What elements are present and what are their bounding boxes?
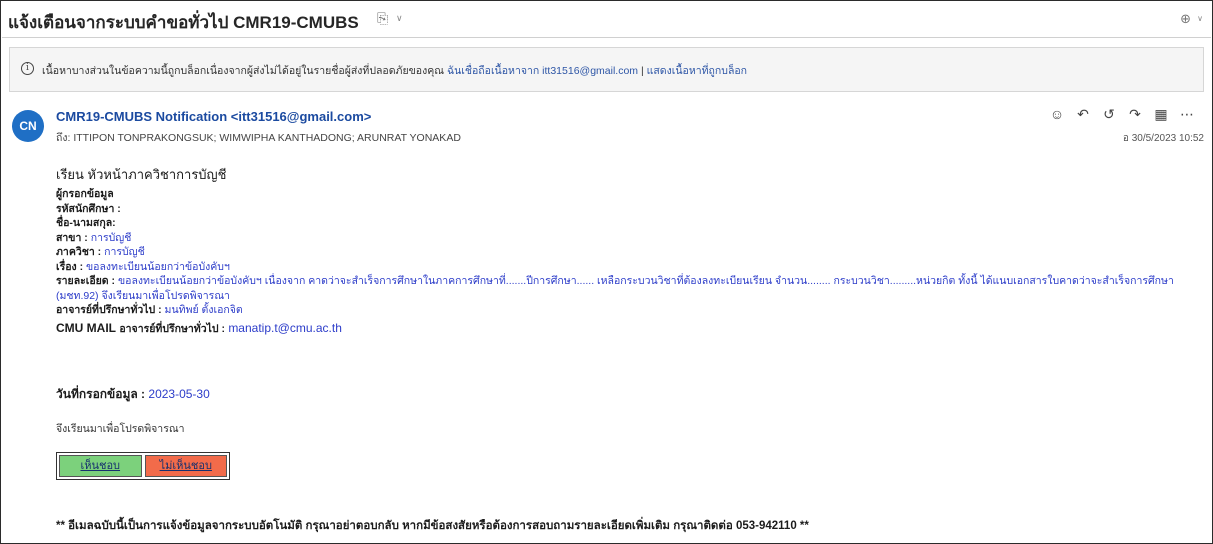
- reply-icon[interactable]: ↶: [1072, 104, 1094, 124]
- recipients: ถึง: ITTIPON TONPRAKONGSUK; WIMWIPHA KAN…: [56, 132, 461, 144]
- apps-icon[interactable]: ▦: [1150, 104, 1172, 124]
- submit-date-row: วันที่กรอกข้อมูล : 2023-05-30: [56, 387, 210, 401]
- detail-value: ขอลงทะเบียนน้อยกว่าข้อบังคับฯ เนื่องจาก …: [56, 275, 1174, 302]
- blocked-content-text: เนื้อหาบางส่วนในข้อความนี้ถูกบล็อกเนื่อง…: [42, 65, 445, 77]
- more-icon[interactable]: ⋯: [1176, 104, 1198, 124]
- subject-row: เรื่อง : ขอลงทะเบียนน้อยกว่าข้อบังคับฯ: [56, 260, 230, 273]
- separator: |: [640, 65, 644, 77]
- advisor-row: อาจารย์ที่ปรึกษาทั่วไป : มนทิพย์ ตั้งเอก…: [56, 304, 243, 316]
- chevron-down-icon[interactable]: ∨: [396, 13, 403, 24]
- greeting: เรียน หัวหน้าภาควิชาการบัญชี: [56, 167, 227, 182]
- avatar[interactable]: CN: [12, 110, 44, 142]
- show-blocked-content-link[interactable]: แสดงเนื้อหาที่ถูกบล็อก: [647, 65, 747, 77]
- blocked-content-message: เนื้อหาบางส่วนในข้อความนี้ถูกบล็อกเนื่อง…: [42, 62, 747, 79]
- subject-bar: แจ้งเตือนจากระบบคำขอทั่วไป CMR19-CMUBS ⎘…: [2, 2, 1211, 38]
- zoom-icon[interactable]: ⊕: [1180, 11, 1191, 27]
- closing-text: จึงเรียนมาเพื่อโปรดพิจารณา: [56, 423, 185, 435]
- footer-note: ** อีเมลฉบับนี้เป็นการแจ้งข้อมูลจากระบบอ…: [56, 520, 809, 532]
- reply-all-icon[interactable]: ↺: [1098, 104, 1120, 124]
- dept-row: ภาควิชา : การบัญชี: [56, 246, 145, 258]
- cmu-mail-value[interactable]: manatip.t@cmu.ac.th: [228, 321, 342, 335]
- decision-buttons: เห็นชอบ ไม่เห็นชอบ: [56, 452, 230, 480]
- name-row: ชื่อ-นามสกุล:: [56, 217, 116, 229]
- cmu-mail-row: CMU MAIL อาจารย์ที่ปรึกษาทั่วไป : manati…: [56, 320, 342, 335]
- email-window: แจ้งเตือนจากระบบคำขอทั่วไป CMR19-CMUBS ⎘…: [0, 0, 1213, 544]
- message-actions: ☺ ↶ ↺ ↷ ▦ ⋯: [1042, 104, 1198, 124]
- approve-button[interactable]: เห็นชอบ: [59, 455, 142, 477]
- advisor-value: มนทิพย์ ตั้งเอกจิต: [164, 304, 243, 316]
- chevron-down-icon[interactable]: ∨: [1197, 14, 1203, 23]
- tag-icon[interactable]: ⎘: [377, 10, 388, 27]
- submit-date-value: 2023-05-30: [148, 387, 210, 401]
- sender-name[interactable]: CMR19-CMUBS Notification <itt31516@gmail…: [56, 109, 371, 124]
- subject-value: ขอลงทะเบียนน้อยกว่าข้อบังคับฯ: [86, 260, 230, 273]
- smiley-icon[interactable]: ☺: [1046, 104, 1068, 124]
- major-value: การบัญชี: [90, 231, 132, 244]
- filler-heading: ผู้กรอกข้อมูล: [56, 188, 114, 200]
- message-body: เรียน หัวหน้าภาควิชาการบัญชี ผู้กรอกข้อม…: [56, 164, 1194, 337]
- message-date: อ 30/5/2023 10:52: [1122, 133, 1204, 144]
- forward-icon[interactable]: ↷: [1124, 104, 1146, 124]
- dept-value: การบัญชี: [104, 246, 145, 258]
- reject-button[interactable]: ไม่เห็นชอบ: [144, 455, 227, 477]
- info-icon: i: [21, 62, 34, 75]
- detail-row: รายละเอียด : ขอลงทะเบียนน้อยกว่าข้อบังคั…: [56, 275, 1174, 302]
- blocked-content-bar: i เนื้อหาบางส่วนในข้อความนี้ถูกบล็อกเนื่…: [9, 47, 1204, 92]
- trust-sender-link[interactable]: ฉันเชื่อถือเนื้อหาจาก itt31516@gmail.com: [447, 65, 638, 77]
- email-subject: แจ้งเตือนจากระบบคำขอทั่วไป CMR19-CMUBS: [8, 13, 359, 32]
- major-row: สาขา : การบัญชี: [56, 231, 132, 244]
- student-id-row: รหัสนักศึกษา :: [56, 202, 121, 215]
